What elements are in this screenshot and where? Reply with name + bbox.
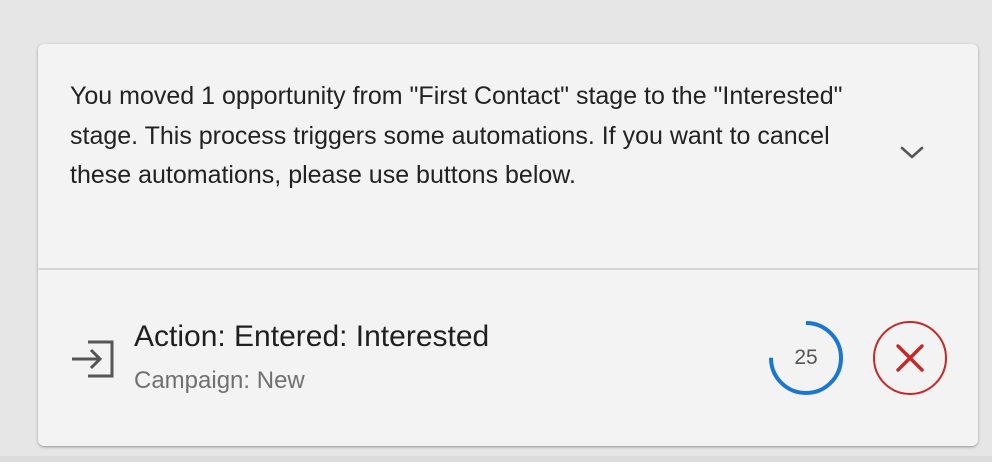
expand-button[interactable] xyxy=(892,132,932,172)
cancel-automation-button[interactable] xyxy=(873,321,947,395)
notification-header: You moved 1 opportunity from "First Cont… xyxy=(38,44,978,269)
automation-notification-card: You moved 1 opportunity from "First Cont… xyxy=(38,44,978,446)
countdown-value: 25 xyxy=(794,346,818,369)
login-enter-icon xyxy=(72,340,114,378)
close-icon xyxy=(896,344,924,372)
action-title: Action: Entered: Interested xyxy=(134,320,490,353)
campaign-label: Campaign: New xyxy=(134,367,305,394)
page-bottom-edge xyxy=(0,456,992,462)
automation-item: Action: Entered: Interested Campaign: Ne… xyxy=(38,270,978,446)
countdown-timer: 25 xyxy=(768,320,844,396)
notification-message: You moved 1 opportunity from "First Cont… xyxy=(70,82,843,189)
chevron-down-icon xyxy=(900,146,924,159)
